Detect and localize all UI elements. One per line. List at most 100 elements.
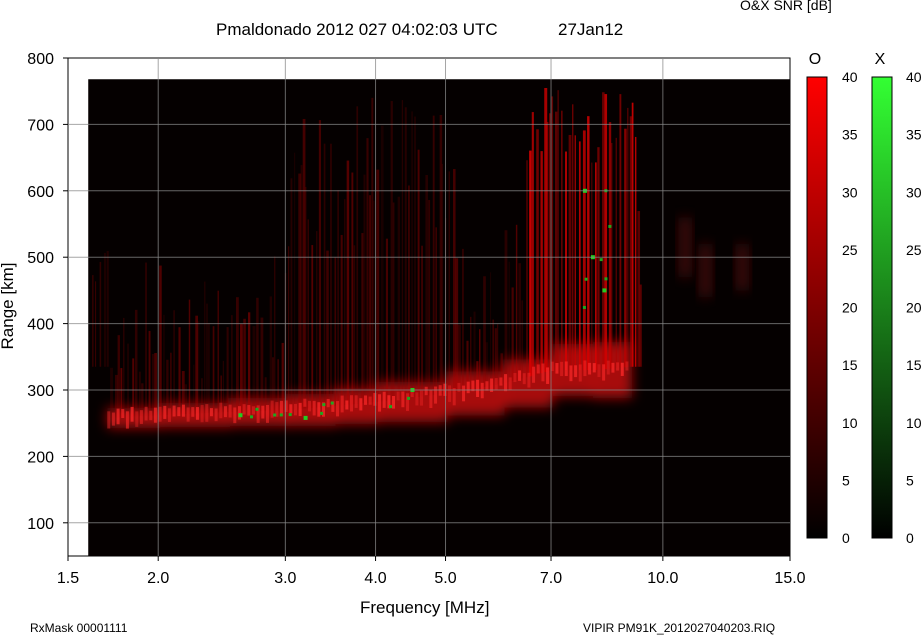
y-tick-label: 200: [27, 449, 54, 466]
x-echo-point: [279, 413, 283, 417]
o-trace-pixel: [209, 408, 213, 417]
o-trace-pixel: [228, 404, 232, 418]
o-trace-pixel: [364, 395, 368, 405]
o-streak: [170, 352, 172, 415]
o-trace-pixel: [195, 407, 199, 420]
o-streak: [531, 112, 534, 376]
o-streak: [217, 290, 220, 413]
o-trace-pixel: [527, 372, 531, 388]
o-streak: [369, 195, 372, 403]
o-streak: [290, 178, 293, 410]
o-streak: [346, 160, 350, 405]
o-trace-pixel: [345, 400, 349, 410]
o-streak: [269, 296, 273, 411]
o-faint-patch: [698, 243, 713, 298]
o-trace-pixel: [172, 405, 176, 417]
o-streak: [123, 317, 125, 418]
o-streak: [154, 352, 158, 416]
o-streak: [188, 299, 191, 414]
o-streak: [117, 335, 120, 418]
o-trace-pixel: [265, 404, 269, 423]
o-streak: [197, 321, 200, 414]
o-trace-pixel: [457, 382, 461, 392]
o-trace-pixel: [219, 402, 223, 419]
y-tick-label: 300: [27, 383, 54, 400]
o-streak: [629, 116, 632, 367]
o-streak: [208, 322, 210, 413]
o-streak: [178, 327, 181, 415]
o-streak: [572, 104, 574, 371]
x-echo-point: [255, 407, 259, 411]
o-streak: [497, 324, 499, 385]
o-streak: [565, 151, 567, 371]
o-streak: [288, 246, 290, 410]
o-trace-pixel: [125, 411, 129, 429]
o-trace-pixel: [620, 362, 624, 376]
o-streak: [226, 327, 229, 412]
o-streak: [222, 360, 224, 413]
o-trace-pixel: [158, 406, 162, 422]
colorbar-tick-label: 40: [906, 69, 922, 85]
colorbar-tick-label: 35: [906, 127, 922, 143]
o-streak: [256, 297, 259, 411]
o-streak: [204, 281, 206, 414]
o-streak: [574, 135, 576, 371]
o-trace-pixel: [504, 374, 508, 392]
x-tick-label: 15.0: [774, 570, 805, 587]
colorbar-o: [806, 76, 828, 539]
o-streak: [428, 199, 431, 396]
y-tick-label: 400: [27, 317, 54, 334]
x-tick-label: 10.0: [647, 570, 678, 587]
o-streak: [578, 141, 581, 371]
o-streak: [608, 122, 612, 369]
o-streak: [455, 258, 459, 392]
o-streak: [619, 94, 622, 368]
o-streak: [307, 219, 309, 409]
o-streak: [554, 111, 558, 371]
x-tick-label: 4.0: [364, 570, 386, 587]
colorbar-name: X: [875, 51, 886, 68]
o-streak: [470, 316, 472, 390]
x-echo-point: [303, 415, 308, 420]
x-echo-point: [407, 396, 411, 400]
o-streak: [549, 113, 551, 371]
o-streak: [404, 107, 407, 399]
x-tick-label: 7.0: [540, 570, 562, 587]
o-streak: [441, 163, 443, 394]
o-trace-pixel: [532, 366, 536, 383]
o-trace-pixel: [237, 406, 241, 420]
o-streak: [432, 115, 435, 396]
o-streak: [110, 367, 113, 418]
colorbar-name: O: [809, 51, 821, 68]
snr-caption: O&X SNR [dB]: [740, 0, 832, 13]
o-streak: [462, 248, 464, 391]
o-streak: [351, 172, 354, 405]
o-trace-pixel: [611, 362, 615, 373]
o-trace-pixel: [555, 363, 559, 374]
o-trace-pixel: [583, 360, 587, 377]
o-streak: [353, 245, 356, 405]
o-trace-pixel: [452, 387, 456, 406]
colorbar-tick-label: 0: [906, 530, 914, 546]
o-trace-pixel: [602, 364, 606, 381]
o-trace-pixel: [191, 407, 195, 417]
o-streak: [595, 162, 597, 370]
heatmap-area: [88, 79, 790, 557]
o-streak: [425, 175, 428, 397]
o-trace-pixel: [223, 406, 227, 418]
o-streak: [521, 300, 524, 379]
o-trace-pixel: [392, 395, 396, 409]
x-echo-point: [330, 401, 334, 405]
o-streak: [337, 190, 339, 406]
o-trace-pixel: [522, 373, 526, 385]
o-streak: [173, 310, 175, 415]
colorbar-tick-label: 35: [842, 127, 858, 143]
o-trace-pixel: [574, 365, 578, 378]
o-trace-pixel: [564, 361, 568, 377]
o-streak: [546, 121, 549, 372]
colorbar-tick-label: 5: [842, 472, 850, 488]
x-echo-point: [273, 413, 277, 417]
colorbar-tick-label: 15: [906, 357, 922, 373]
o-streak: [166, 359, 169, 415]
x-echo-point: [608, 224, 612, 228]
